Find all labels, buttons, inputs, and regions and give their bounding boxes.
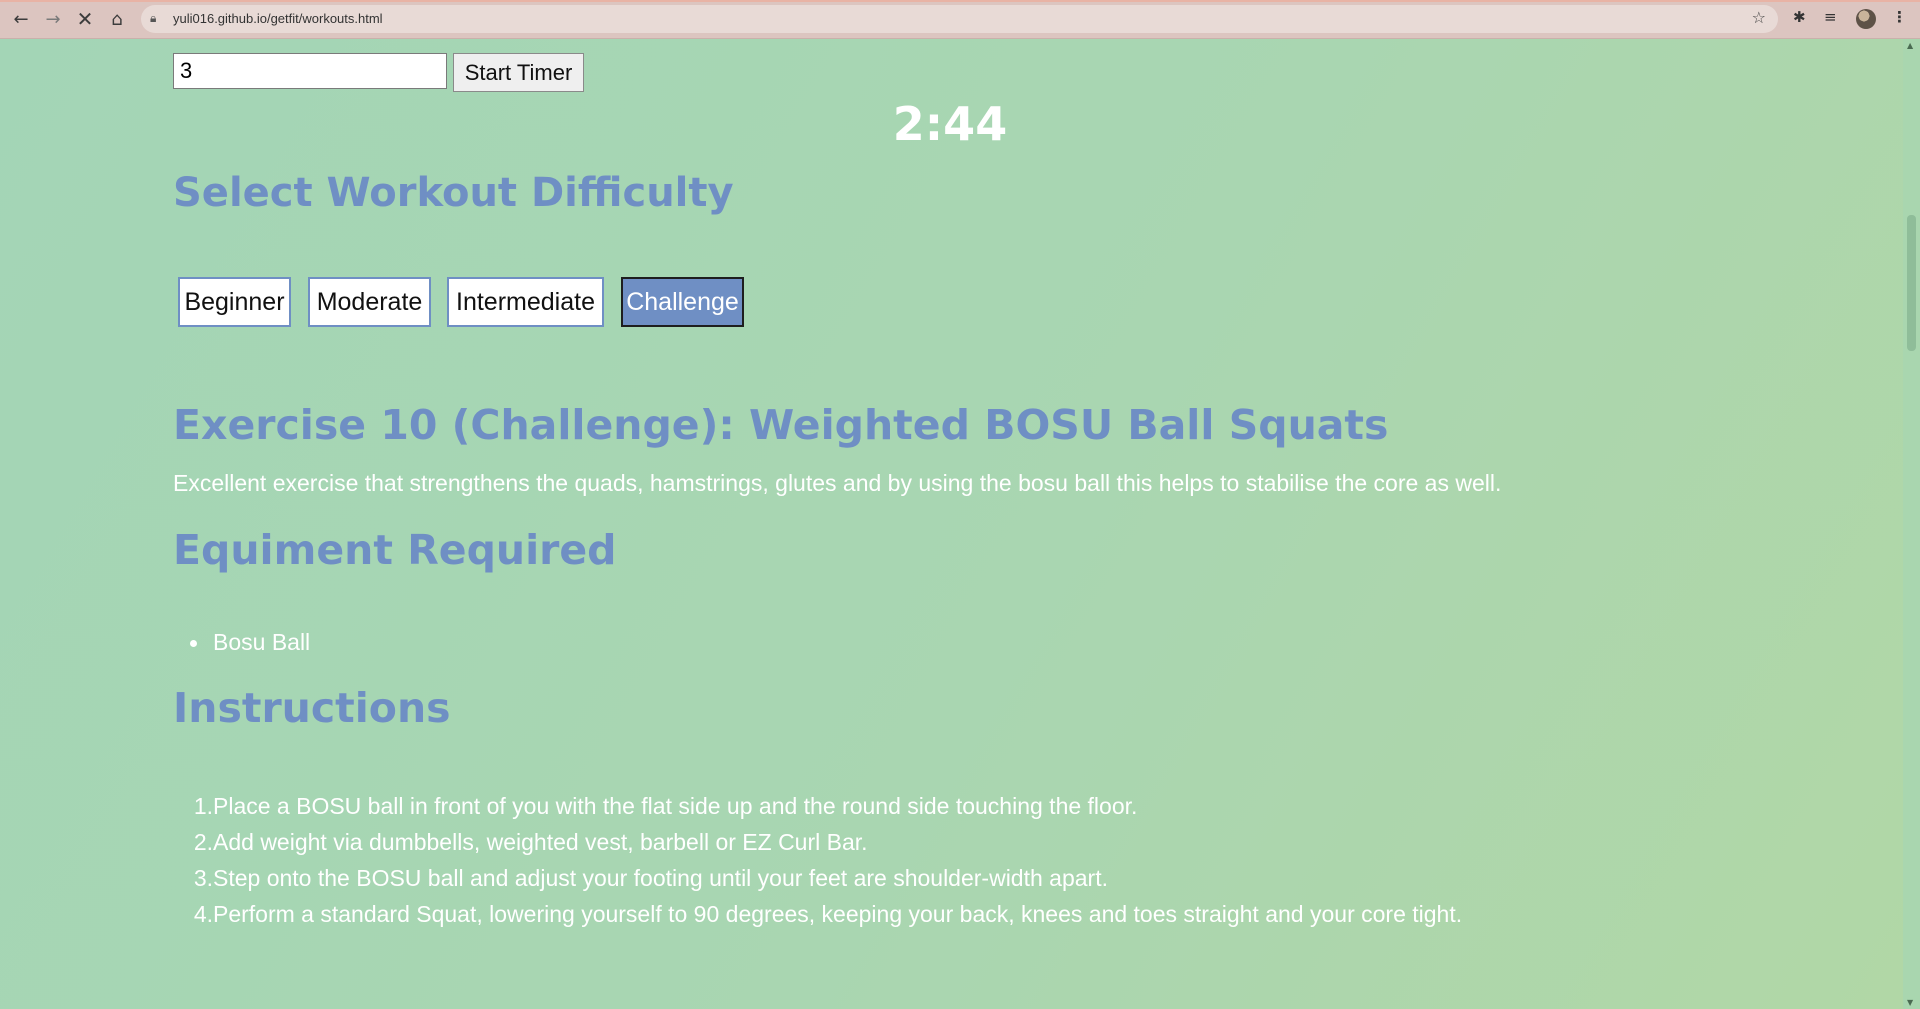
instructions-list: 1. Place a BOSU ball in front of you wit… xyxy=(173,788,1462,932)
difficulty-intermediate-button[interactable]: Intermediate xyxy=(447,277,604,327)
countdown-display: 2:44 xyxy=(892,97,1008,151)
list-item: 2. Add weight via dumbbells, weighted ve… xyxy=(193,829,868,855)
stop-loading-icon[interactable]: ✕ xyxy=(72,6,98,32)
equipment-heading: Equiment Required xyxy=(173,526,617,574)
step-text: Place a BOSU ball in front of you with t… xyxy=(213,793,1138,819)
scroll-down-icon[interactable]: ▼ xyxy=(1907,998,1913,1007)
difficulty-challenge-button[interactable]: Challenge xyxy=(621,277,744,327)
forward-icon[interactable]: → xyxy=(40,6,66,32)
page-scrollbar[interactable]: ▲ ▼ xyxy=(1903,39,1920,1009)
page-content: Start Timer 2:44 Select Workout Difficul… xyxy=(0,39,1903,1009)
address-bar[interactable]: 🔒︎ yuli016.github.io/getfit/workouts.htm… xyxy=(141,5,1778,33)
browser-toolbar: ← → ✕ ⌂ 🔒︎ yuli016.github.io/getfit/work… xyxy=(0,0,1920,39)
reading-list-icon[interactable]: ≡ xyxy=(1824,8,1837,26)
difficulty-heading: Select Workout Difficulty xyxy=(173,170,734,216)
list-item: 1. Place a BOSU ball in front of you wit… xyxy=(193,793,1138,819)
profile-avatar[interactable] xyxy=(1856,9,1876,29)
extensions-icon[interactable]: ✱ xyxy=(1793,8,1806,26)
tab-strip-edge xyxy=(0,0,1920,2)
home-icon[interactable]: ⌂ xyxy=(104,6,130,32)
exercise-description: Excellent exercise that strengthens the … xyxy=(173,470,1502,496)
step-text: Step onto the BOSU ball and adjust your … xyxy=(213,865,1108,891)
list-item: 3. Step onto the BOSU ball and adjust yo… xyxy=(193,865,1108,891)
instructions-heading: Instructions xyxy=(173,684,451,732)
scroll-up-icon[interactable]: ▲ xyxy=(1907,41,1913,50)
step-text: Add weight via dumbbells, weighted vest,… xyxy=(213,829,868,855)
lock-icon: 🔒︎ xyxy=(150,11,157,25)
back-icon[interactable]: ← xyxy=(8,6,34,32)
difficulty-beginner-button[interactable]: Beginner xyxy=(178,277,291,327)
scrollbar-thumb[interactable] xyxy=(1907,215,1916,351)
exercise-title: Exercise 10 (Challenge): Weighted BOSU B… xyxy=(173,401,1389,449)
list-item: 4. Perform a standard Squat, lowering yo… xyxy=(193,901,1463,927)
bookmark-star-icon[interactable]: ☆ xyxy=(1752,8,1766,27)
step-text: Perform a standard Squat, lowering yours… xyxy=(213,901,1463,927)
timer-minutes-input[interactable] xyxy=(173,53,447,89)
difficulty-moderate-button[interactable]: Moderate xyxy=(308,277,431,327)
equipment-list: Bosu Ball xyxy=(173,629,310,656)
menu-icon[interactable]: ⋮ xyxy=(1892,8,1907,26)
start-timer-button[interactable]: Start Timer xyxy=(453,53,584,92)
url-text: yuli016.github.io/getfit/workouts.html xyxy=(173,11,383,26)
list-item: Bosu Ball xyxy=(173,629,310,656)
